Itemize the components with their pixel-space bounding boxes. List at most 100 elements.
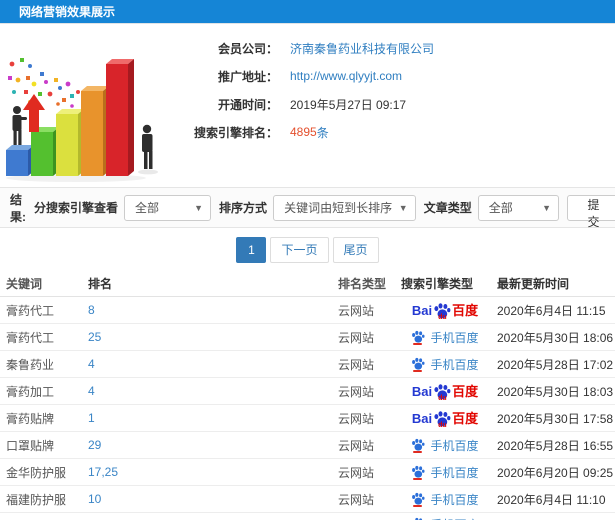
mobile-baidu-label: 手机百度 (430, 330, 479, 345)
table-row: 口罩贴牌 29 云网站 Bai du (0, 432, 615, 459)
baidu-bai-text: Bai (411, 383, 433, 399)
rank-link[interactable]: 29 (88, 438, 101, 452)
keyword-cell: 膏药代工 (6, 330, 55, 345)
page-title: 网络营销效果展示 (0, 0, 615, 24)
update-time-cell: 2020年6月20日 09:25 (497, 465, 614, 480)
rank-link[interactable]: 8 (88, 303, 95, 317)
baidu-du-text: du (438, 421, 447, 429)
rank-type-cell: 云网站 (338, 384, 375, 399)
baidu-bai-text: Bai (411, 410, 433, 426)
marketing-growth-clipart (6, 58, 158, 182)
mobile-baidu-badge: 手机百度 (411, 464, 479, 481)
mobile-baidu-badge: 手机百度 (411, 437, 479, 454)
update-time-cell: 2020年5月28日 17:02 (497, 357, 614, 372)
article-type-select[interactable]: 全部 ▼ (477, 194, 560, 221)
header-rank: 排名 (88, 277, 113, 291)
company-label: 会员公司： (217, 41, 278, 56)
rank-link[interactable]: 4 (88, 357, 95, 371)
baidu-pc-logo: Bai du 百度 (411, 302, 478, 321)
mobile-baidu-label: 手机百度 (430, 465, 479, 480)
engine-filter-label: 分搜索引擎查看 (33, 201, 118, 215)
mobile-baidu-paw-icon (411, 492, 426, 507)
engine-cell: Bai du 百度 (398, 329, 492, 346)
promo-url-link[interactable]: http://www.qlyyjt.com (290, 69, 402, 83)
baidu-paw-icon: du (433, 302, 451, 321)
rank-link[interactable]: 4 (88, 384, 95, 398)
filter-cluster: 分搜索引擎查看 全部 ▼ 排序方式 关键词由短到长排序 ▼ 文章类型 全部 ▼ … (26, 194, 615, 229)
promo-url-label: 推广地址： (217, 69, 278, 84)
engine-cell: Bai du 百度 (398, 464, 492, 481)
table-row: 金华防护服 17,25 云网站 Bai du (0, 459, 615, 486)
table-row: 福建防护服 10 云网站 Bai du (0, 486, 615, 513)
info-row-company: 会员公司： 济南秦鲁药业科技有限公司 (178, 34, 615, 62)
baidu-paw-icon: du (433, 410, 451, 429)
rank-type-cell: 云网站 (338, 411, 375, 426)
mobile-baidu-badge: 手机百度 (411, 329, 479, 346)
mobile-baidu-label: 手机百度 (430, 492, 479, 507)
rank-link[interactable]: 10 (88, 492, 101, 506)
update-time-cell: 2020年5月28日 16:55 (497, 438, 614, 453)
engine-cell: Bai du 百度 (398, 437, 492, 454)
results-filter-bar: 结果: 分搜索引擎查看 全部 ▼ 排序方式 关键词由短到长排序 ▼ 文章类型 全… (0, 187, 615, 229)
info-row-ranking-count: 搜索引擎排名： 4895 条 (178, 118, 615, 146)
rank-type-cell: 云网站 (338, 438, 375, 453)
baidu-cn-text: 百度 (452, 383, 479, 399)
businessman-left (12, 106, 27, 145)
engine-filter-value: 全部 (135, 201, 160, 215)
sort-filter-label: 排序方式 (219, 201, 268, 215)
mobile-baidu-badge: 手机百度 (411, 491, 479, 508)
company-name-link[interactable]: 济南秦鲁药业科技有限公司 (290, 40, 434, 57)
company-info-section: 会员公司： 济南秦鲁药业科技有限公司 推广地址： http://www.qlyy… (0, 24, 615, 187)
mobile-baidu-badge: 手机百度 (411, 516, 479, 520)
article-type-value: 全部 (488, 201, 513, 215)
ranking-count-label: 搜索引擎排名： (193, 125, 278, 140)
chevron-down-icon: ▼ (398, 202, 408, 213)
red-underline (413, 504, 423, 507)
keyword-cell: 口罩贴牌 (6, 438, 55, 453)
submit-button[interactable]: 提交 (567, 194, 615, 229)
rank-link[interactable]: 25 (88, 330, 101, 344)
header-keyword: 关键词 (6, 277, 43, 291)
update-time-cell: 2020年6月4日 11:15 (497, 303, 606, 318)
mobile-baidu-paw-icon (411, 330, 426, 345)
pagination: 1 下一页 尾页 (0, 228, 615, 271)
article-type-label: 文章类型 (423, 201, 472, 215)
keyword-cell: 膏药代工 (6, 303, 55, 318)
keyword-cell: 秦鲁药业 (6, 357, 55, 372)
engine-cell: Bai du 百度 (398, 410, 492, 429)
table-header-row: 关键词 排名 排名类型 搜索引擎类型 最新更新时间 (0, 271, 615, 297)
engine-cell: Bai du 百度 (398, 491, 492, 508)
mobile-baidu-paw-icon (411, 357, 426, 372)
rank-type-cell: 云网站 (338, 357, 375, 372)
table-row: 膏药代工 8 云网站 Bai du 百度 2020年6月4日 11:15 (0, 297, 615, 324)
next-page-button[interactable]: 下一页 (270, 236, 329, 263)
table-row: 秦鲁药业 4 云网站 Bai du (0, 351, 615, 378)
keyword-cell: 金华防护服 (6, 465, 67, 480)
engine-cell: Bai du 百度 (398, 302, 492, 321)
rank-type-cell: 云网站 (338, 465, 375, 480)
baidu-cn-text: 百度 (452, 410, 479, 426)
last-page-button[interactable]: 尾页 (332, 236, 379, 263)
info-row-open-time: 开通时间： 2019年5月27日 09:17 (178, 90, 615, 118)
table-row: Bai du 百度 (0, 513, 615, 520)
rank-type-cell: 云网站 (338, 330, 375, 345)
baidu-pc-logo: Bai du 百度 (411, 383, 479, 402)
info-row-url: 推广地址： http://www.qlyyjt.com (178, 62, 615, 90)
chevron-down-icon: ▼ (194, 202, 204, 213)
table-body: 膏药代工 8 云网站 Bai du 百度 2020年6月4日 11:15 膏药代… (0, 297, 615, 520)
baidu-bai-text: Bai (411, 302, 433, 318)
rank-link[interactable]: 17,25 (88, 465, 118, 479)
chevron-down-icon: ▼ (542, 202, 552, 213)
page-button-1[interactable]: 1 (236, 236, 267, 263)
rank-type-cell: 云网站 (338, 492, 375, 507)
engine-filter-select[interactable]: 全部 ▼ (124, 194, 212, 221)
red-underline (413, 342, 423, 345)
rank-link[interactable]: 1 (88, 411, 95, 425)
engine-cell: Bai du 百度 (398, 513, 492, 520)
baidu-du-text: du (438, 394, 447, 402)
sort-filter-select[interactable]: 关键词由短到长排序 ▼ (273, 194, 416, 221)
update-time-cell: 2020年5月30日 18:03 (497, 384, 614, 399)
businessman-right (142, 124, 153, 169)
ranking-count-unit: 条 (316, 125, 329, 140)
company-info-list: 会员公司： 济南秦鲁药业科技有限公司 推广地址： http://www.qlyy… (178, 24, 615, 146)
